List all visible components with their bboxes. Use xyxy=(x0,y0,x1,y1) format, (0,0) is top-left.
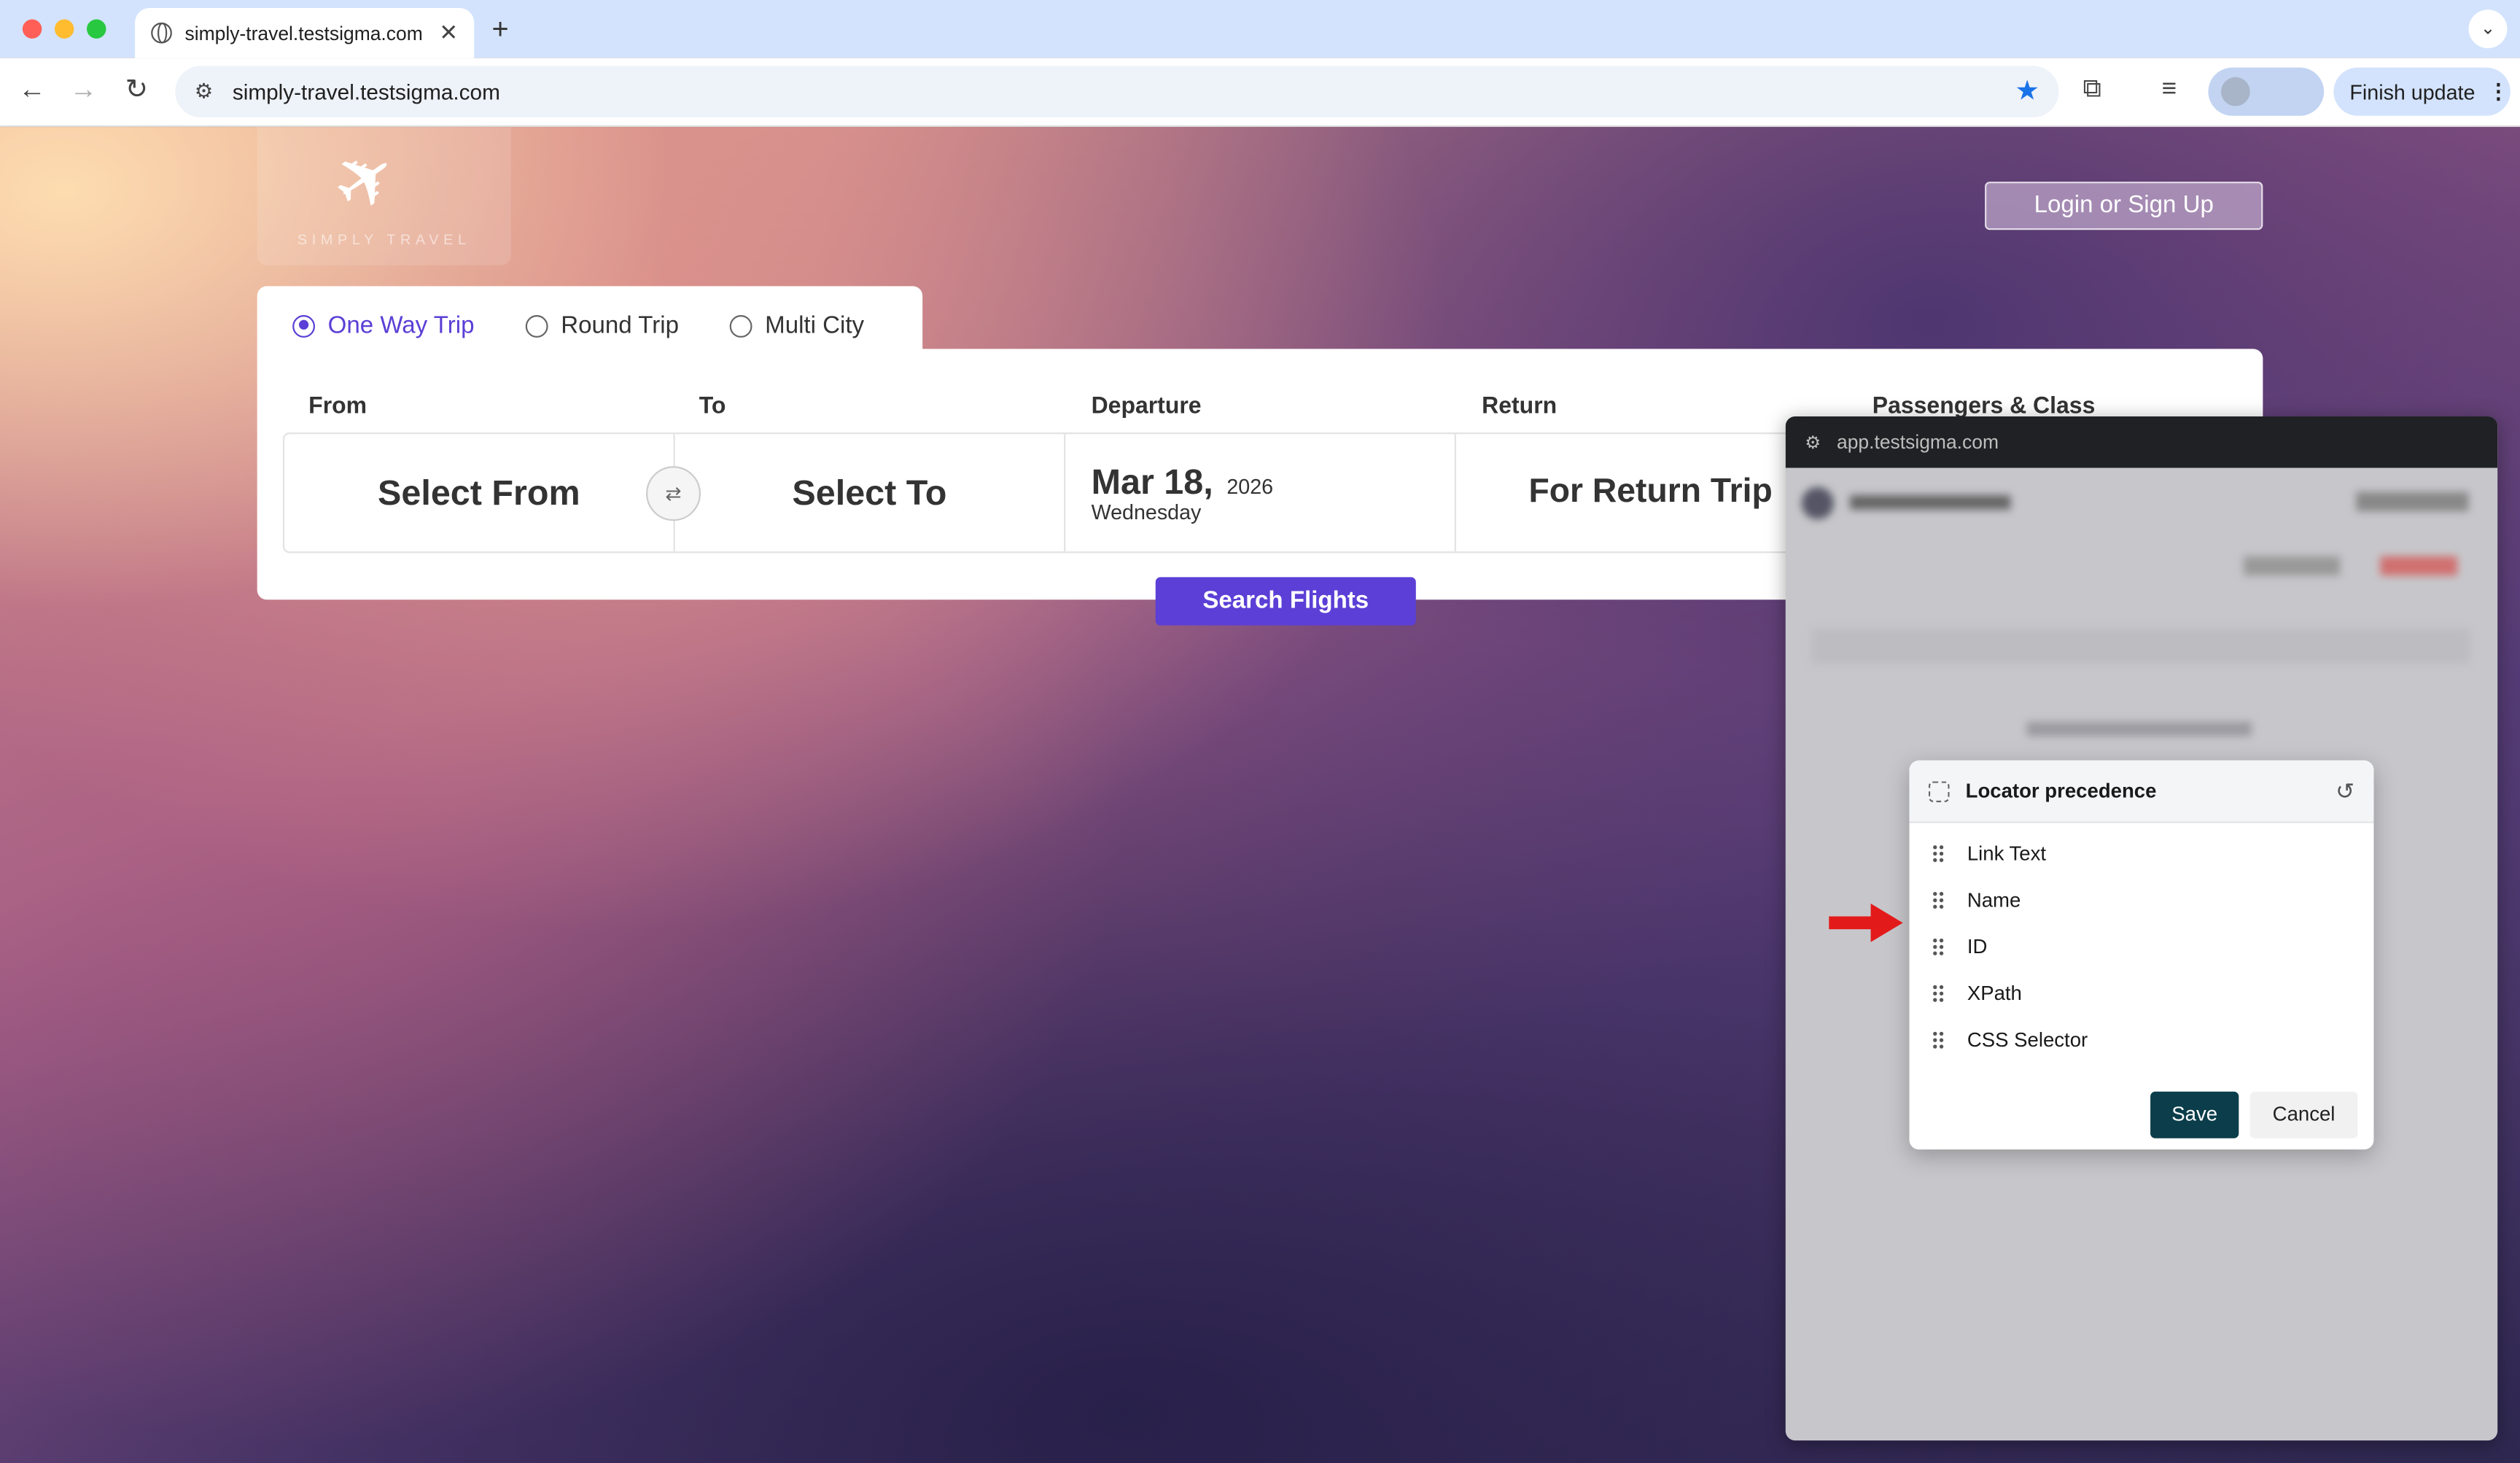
blurred-placeholder xyxy=(2026,721,2252,737)
departure-label: Departure xyxy=(1091,394,1202,420)
one-way-trip-radio[interactable]: One Way Trip xyxy=(292,311,475,340)
departure-year: 2026 xyxy=(1226,474,1274,499)
return-label: Return xyxy=(1482,394,1558,420)
locator-item[interactable]: XPath xyxy=(1932,982,2022,1005)
locator-item[interactable]: CSS Selector xyxy=(1932,1029,2088,1052)
locator-item-label: Name xyxy=(1967,889,2021,912)
departure-date-value: Mar 18, xyxy=(1091,461,1213,502)
locator-item-label: ID xyxy=(1967,935,1988,958)
locator-item[interactable]: Name xyxy=(1932,889,2021,912)
close-tab-icon[interactable]: ✕ xyxy=(439,19,458,46)
browser-tab[interactable]: simply-travel.testsigma.com ✕ xyxy=(135,8,475,58)
popup-title-bar: ⚙ app.testsigma.com xyxy=(1785,416,2498,468)
search-flights-button[interactable]: Search Flights xyxy=(1155,577,1416,626)
drag-handle-icon[interactable] xyxy=(1932,890,1945,910)
locator-item[interactable]: Link Text xyxy=(1932,842,2046,865)
back-icon[interactable]: ← xyxy=(15,74,50,106)
globe-icon xyxy=(151,22,172,44)
radio-selected-icon xyxy=(292,314,316,337)
save-button[interactable]: Save xyxy=(2150,1091,2239,1138)
locator-icon xyxy=(1928,780,1950,802)
address-bar[interactable]: ⚙ simply-travel.testsigma.com ★ xyxy=(175,66,2059,117)
login-signup-button[interactable]: Login or Sign Up xyxy=(1985,182,2263,230)
forward-icon[interactable]: → xyxy=(66,74,101,106)
site-settings-icon: ⚙ xyxy=(1805,433,1821,453)
cancel-button[interactable]: Cancel xyxy=(2249,1091,2358,1138)
logo-text: SIMPLY TRAVEL xyxy=(297,231,471,248)
tab-search-icon[interactable]: ⌄ xyxy=(2468,9,2508,49)
browser-tab-bar: simply-travel.testsigma.com ✕ + ⌄ xyxy=(0,0,2520,58)
locator-precedence-dialog: Locator precedence ↺ Link Text Name ID X… xyxy=(1909,760,2374,1150)
tab-title: simply-travel.testsigma.com xyxy=(184,21,423,44)
locator-item-label: XPath xyxy=(1967,982,2022,1005)
site-settings-icon[interactable]: ⚙ xyxy=(195,79,214,104)
blurred-pause xyxy=(2243,556,2341,576)
trip-type-tabs: One Way Trip Round Trip Multi City xyxy=(257,286,923,351)
departure-weekday: Wednesday xyxy=(1091,500,1202,524)
close-window-button[interactable] xyxy=(22,19,42,39)
drag-handle-icon[interactable] xyxy=(1932,937,1945,957)
to-label: To xyxy=(699,394,726,420)
site-logo[interactable]: ✈ SIMPLY TRAVEL xyxy=(257,127,511,265)
one-way-trip-label: One Way Trip xyxy=(327,311,475,340)
locator-item-label: Link Text xyxy=(1967,842,2047,865)
round-trip-label: Round Trip xyxy=(561,311,679,340)
round-trip-radio[interactable]: Round Trip xyxy=(525,311,679,340)
extensions-icon[interactable]: ⧉ xyxy=(2083,76,2101,105)
drag-handle-icon[interactable] xyxy=(1932,984,1945,1004)
finish-update-button[interactable]: Finish update ⋮ xyxy=(2333,67,2511,116)
from-label: From xyxy=(308,394,368,420)
multi-city-radio[interactable]: Multi City xyxy=(729,311,865,340)
profile-avatar[interactable] xyxy=(2208,67,2325,116)
bookmark-star-icon[interactable]: ★ xyxy=(2015,76,2039,108)
airplane-icon: ✈ xyxy=(316,128,415,233)
radio-icon xyxy=(525,314,548,337)
to-field[interactable]: Select To xyxy=(675,434,1066,552)
locator-item-label: CSS Selector xyxy=(1967,1028,2088,1052)
maximize-window-button[interactable] xyxy=(87,19,106,39)
blurred-table-header xyxy=(1811,628,2470,664)
blurred-header xyxy=(1849,494,2011,510)
menu-dots-icon: ⋮ xyxy=(2488,79,2509,104)
blurred-stop xyxy=(2380,556,2458,576)
recorder-logo-icon xyxy=(1801,486,1834,520)
red-arrow-icon xyxy=(1829,903,1903,942)
finish-update-label: Finish update xyxy=(2349,79,2476,104)
from-value: Select From xyxy=(378,473,580,513)
multi-city-label: Multi City xyxy=(765,311,865,340)
browser-toolbar: ← → ↻ ⚙ simply-travel.testsigma.com ★ ⧉ … xyxy=(0,58,2520,128)
to-value: Select To xyxy=(792,473,947,513)
drag-handle-icon[interactable] xyxy=(1932,844,1945,864)
reset-icon[interactable]: ↺ xyxy=(2336,777,2354,804)
reload-icon[interactable]: ↻ xyxy=(119,74,154,106)
dialog-header: Locator precedence ↺ xyxy=(1909,760,2374,823)
popup-url: app.testsigma.com xyxy=(1837,430,1999,454)
radio-icon xyxy=(729,314,752,337)
from-field[interactable]: Select From ⇄ xyxy=(284,434,701,552)
url-text: simply-travel.testsigma.com xyxy=(232,79,500,104)
media-control-icon[interactable]: ≡ xyxy=(2162,76,2177,105)
blurred-controls xyxy=(2356,492,2469,511)
departure-date: Mar 18, 2026 Wednesday xyxy=(1092,462,1274,524)
departure-field[interactable]: Mar 18, 2026 Wednesday xyxy=(1065,434,1456,552)
drag-handle-icon[interactable] xyxy=(1932,1031,1945,1050)
new-tab-icon[interactable]: + xyxy=(491,13,508,47)
dialog-title: Locator precedence xyxy=(1965,780,2157,802)
locator-item[interactable]: ID xyxy=(1932,936,1987,958)
minimize-window-button[interactable] xyxy=(54,19,74,39)
